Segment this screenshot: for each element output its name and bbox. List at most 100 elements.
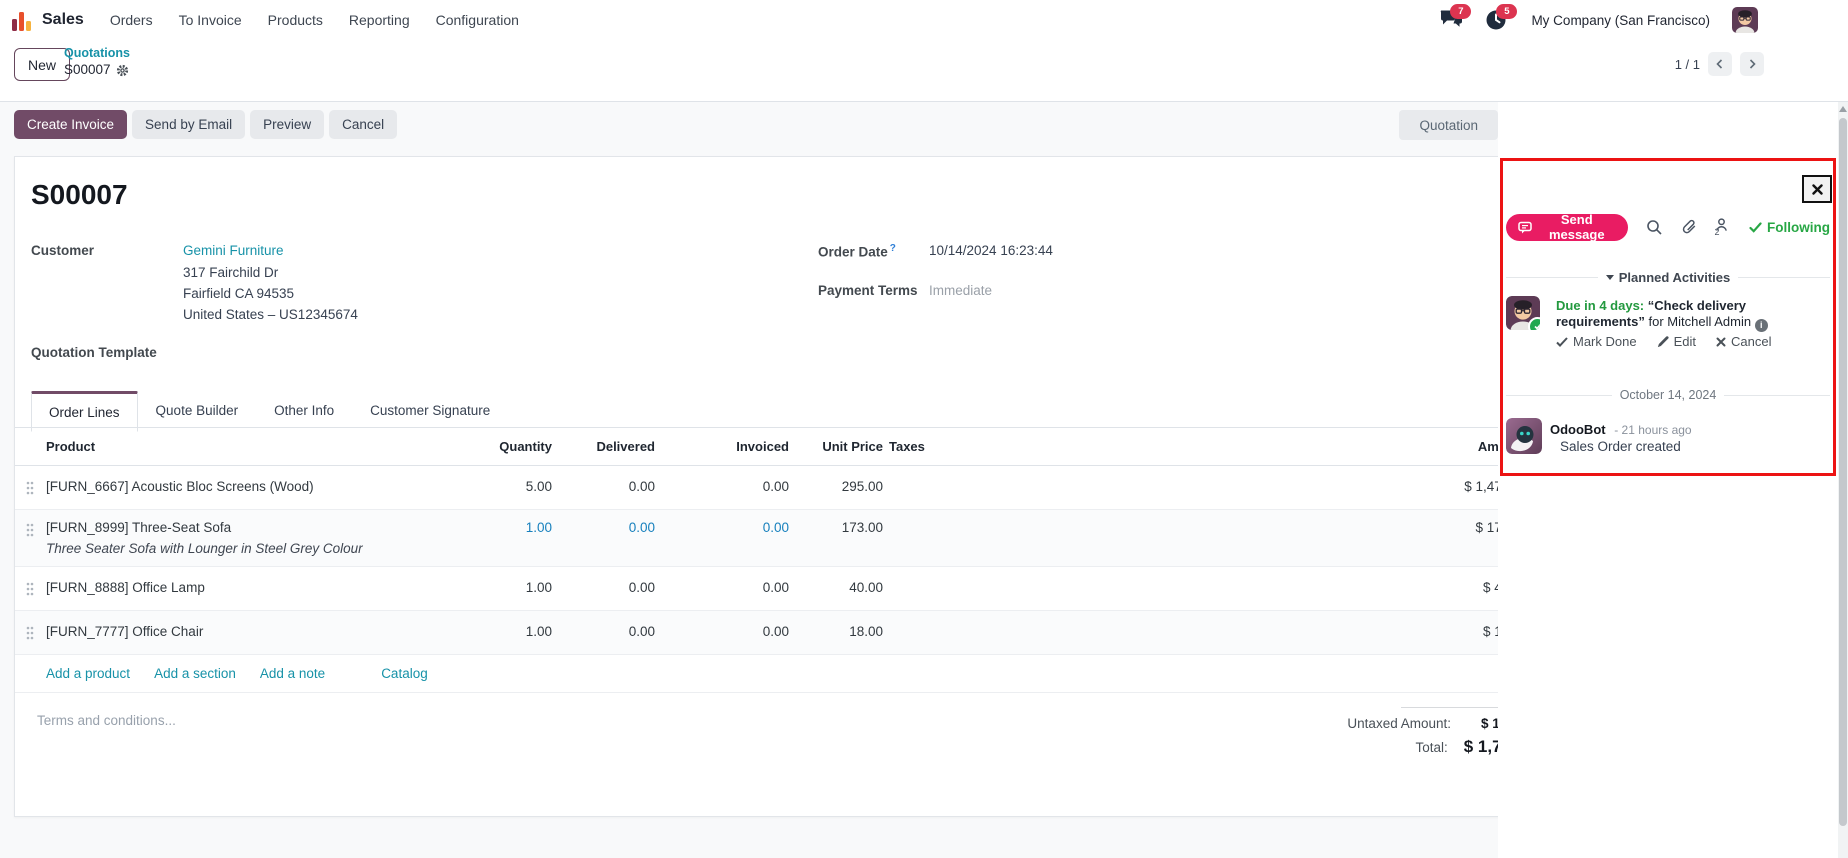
user-avatar[interactable] [1732,7,1758,33]
add-a-product-link[interactable]: Add a product [46,666,130,681]
cell-invoiced[interactable]: 0.00 [763,520,789,535]
date-separator: October 14, 2024 [1506,388,1830,402]
cell-delivered[interactable]: 0.00 [629,624,655,639]
cell-quantity[interactable]: 5.00 [526,479,552,494]
cell-unit-price[interactable]: 173.00 [842,520,883,535]
cell-product[interactable]: [FURN_8888] Office Lamp [46,580,205,595]
cell-amount: $ 173. [1475,520,1498,535]
header-product[interactable]: Product [46,439,95,454]
record-title: S00007 [31,179,128,211]
activity-done-badge-icon [1528,317,1540,330]
date-separator-label: October 14, 2024 [1620,388,1717,402]
cell-delivered[interactable]: 0.00 [629,479,655,494]
add-a-note-link[interactable]: Add a note [260,666,325,681]
form-view: Create Invoice Send by Email Preview Can… [0,102,1498,858]
breadcrumb-quotations[interactable]: Quotations [64,46,130,62]
mark-done-button[interactable]: Mark Done [1556,334,1637,349]
info-icon[interactable] [1755,319,1768,332]
cell-product[interactable]: [FURN_8999] Three-Seat Sofa [46,520,231,535]
untaxed-amount-value: $ 1,7 [1467,716,1498,731]
customer-address-line1: 317 Fairchild Dr [183,265,278,280]
drag-handle-icon[interactable] [26,626,34,640]
scrollbar-up-arrow[interactable] [1839,106,1847,112]
add-a-section-link[interactable]: Add a section [154,666,236,681]
cell-invoiced[interactable]: 0.00 [763,479,789,494]
payment-terms-label: Payment Terms [818,283,918,298]
sales-app-icon[interactable] [12,9,34,31]
terms-placeholder[interactable]: Terms and conditions... [37,713,176,728]
messages-icon[interactable]: 7 [1439,9,1463,31]
table-row[interactable]: [FURN_7777] Office Chair 1.00 0.00 0.00 … [15,611,1498,655]
table-row[interactable]: [FURN_8888] Office Lamp 1.00 0.00 0.00 4… [15,567,1498,611]
following-button[interactable]: Following [1749,220,1830,235]
menu-reporting[interactable]: Reporting [349,12,410,28]
activities-clock-icon[interactable]: 5 [1485,9,1509,31]
menu-to-invoice[interactable]: To Invoice [179,12,242,28]
cancel-button[interactable]: Cancel [329,110,397,139]
help-icon: ? [890,243,896,254]
header-amount[interactable]: Amount [1478,439,1498,454]
cell-unit-price[interactable]: 295.00 [842,479,883,494]
cell-amount: $ 1,475. [1464,479,1498,494]
tab-other-info[interactable]: Other Info [256,391,352,430]
cell-delivered[interactable]: 0.00 [629,580,655,595]
cell-unit-price[interactable]: 40.00 [849,580,883,595]
pager-previous-icon[interactable] [1708,52,1732,76]
close-icon[interactable] [1802,175,1832,203]
payment-terms-value[interactable]: Immediate [929,283,992,298]
send-by-email-button[interactable]: Send by Email [132,110,245,139]
drag-handle-icon[interactable] [26,582,34,596]
company-switcher[interactable]: My Company (San Francisco) [1531,13,1710,28]
table-row[interactable]: [FURN_6667] Acoustic Bloc Screens (Wood)… [15,466,1498,510]
cancel-activity-button[interactable]: Cancel [1716,334,1771,349]
menu-orders[interactable]: Orders [110,12,153,28]
customer-link[interactable]: Gemini Furniture [183,243,284,258]
planned-activities-toggle[interactable]: Planned Activities [1606,270,1731,285]
menu-products[interactable]: Products [268,12,323,28]
create-invoice-button[interactable]: Create Invoice [14,110,127,139]
cell-quantity[interactable]: 1.00 [526,624,552,639]
new-button[interactable]: New [14,48,70,81]
menu-configuration[interactable]: Configuration [436,12,519,28]
preview-button[interactable]: Preview [250,110,324,139]
tab-quote-builder[interactable]: Quote Builder [138,391,257,430]
chevron-down-icon [1606,275,1614,280]
message-author[interactable]: OdooBot [1550,422,1606,437]
message-bubble-icon [1518,221,1532,234]
edit-activity-button[interactable]: Edit [1657,334,1696,349]
cell-product-description[interactable]: Three Seater Sofa with Lounger in Steel … [46,541,363,556]
drag-handle-icon[interactable] [26,481,34,495]
stage-quotation[interactable]: Quotation [1399,110,1498,140]
header-invoiced[interactable]: Invoiced [736,439,789,454]
header-quantity[interactable]: Quantity [499,439,552,454]
pager-next-icon[interactable] [1740,52,1764,76]
cell-product[interactable]: [FURN_7777] Office Chair [46,624,203,639]
send-message-button[interactable]: Send message [1506,214,1628,241]
followers-icon[interactable]: 2 [1715,217,1733,237]
gear-icon[interactable] [116,64,129,77]
attachment-paperclip-icon[interactable] [1681,219,1697,235]
customer-label: Customer [31,243,94,258]
activity-assignee: for Mitchell Admin [1649,314,1752,329]
cell-delivered[interactable]: 0.00 [629,520,655,535]
search-messages-icon[interactable] [1646,219,1663,236]
tab-order-lines[interactable]: Order Lines [31,391,138,432]
cell-quantity[interactable]: 1.00 [526,580,552,595]
cell-invoiced[interactable]: 0.00 [763,580,789,595]
cell-quantity[interactable]: 1.00 [526,520,552,535]
header-unit-price[interactable]: Unit Price [822,439,883,454]
untaxed-amount-row: Untaxed Amount: $ 1,7 [1347,716,1498,731]
header-taxes[interactable]: Taxes [889,439,925,454]
header-delivered[interactable]: Delivered [596,439,655,454]
app-name[interactable]: Sales [42,11,84,29]
order-date-value[interactable]: 10/14/2024 16:23:44 [929,243,1053,258]
table-row[interactable]: [FURN_8999] Three-Seat Sofa 1.00 0.00 0.… [15,510,1498,567]
cell-invoiced[interactable]: 0.00 [763,624,789,639]
scrollbar-thumb[interactable] [1839,118,1847,826]
drag-handle-icon[interactable] [26,523,34,537]
cell-product[interactable]: [FURN_6667] Acoustic Bloc Screens (Wood) [46,479,314,494]
catalog-link[interactable]: Catalog [381,666,428,681]
customer-address-line2: Fairfield CA 94535 [183,286,294,301]
cell-unit-price[interactable]: 18.00 [849,624,883,639]
tab-customer-signature[interactable]: Customer Signature [352,391,508,430]
